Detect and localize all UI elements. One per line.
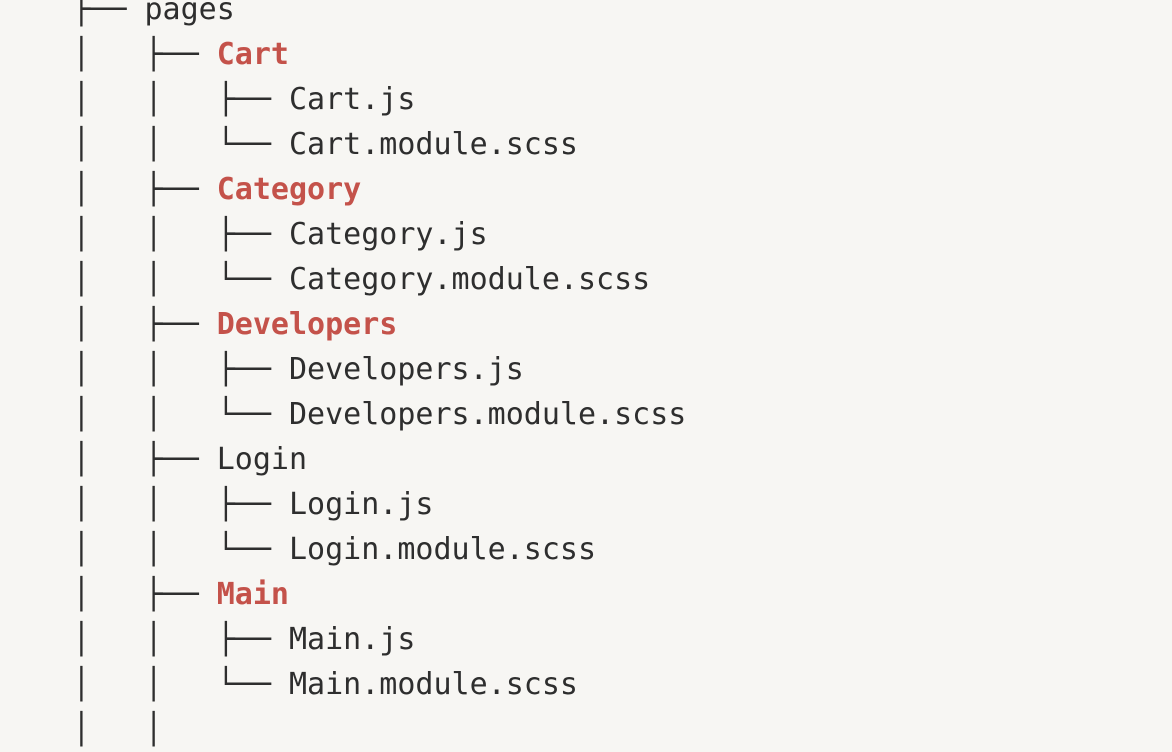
tree-folder-name: Cart xyxy=(216,37,289,72)
tree-branch-glyphs: │ │ ├── xyxy=(0,352,289,387)
tree-branch-glyphs: │ ├── xyxy=(0,307,217,342)
tree-branch-glyphs: │ │ ├── xyxy=(0,82,289,117)
tree-row: ├── pages xyxy=(0,0,686,32)
tree-folder-name: Developers xyxy=(216,307,398,342)
tree-branch-glyphs: │ │ └── xyxy=(0,397,289,432)
tree-branch-glyphs: │ │ xyxy=(0,712,163,747)
tree-branch-glyphs: │ │ ├── xyxy=(0,217,289,252)
tree-branch-glyphs: │ ├── xyxy=(0,442,217,477)
tree-entry-name: Main.module.scss xyxy=(288,667,578,702)
tree-entry-name: Login xyxy=(216,442,308,477)
tree-row: │ │ └── Cart.module.scss xyxy=(0,122,686,167)
tree-branch-glyphs: │ │ └── xyxy=(0,262,289,297)
tree-row: │ │ └── Developers.module.scss xyxy=(0,392,686,437)
tree-folder-name: Main xyxy=(216,577,289,612)
tree-row: │ │ └── Login.module.scss xyxy=(0,527,686,572)
tree-folder-name: Category xyxy=(216,172,362,207)
tree-entry-name: Main.js xyxy=(288,622,416,657)
tree-branch-glyphs: │ ├── xyxy=(0,577,217,612)
tree-row: │ ├── Main xyxy=(0,572,686,617)
tree-row: │ ├── Login xyxy=(0,437,686,482)
tree-branch-glyphs: │ │ ├── xyxy=(0,622,289,657)
tree-row: │ │ └── Main.module.scss xyxy=(0,662,686,707)
tree-branch-glyphs: │ ├── xyxy=(0,172,217,207)
tree-row: │ │ └── Category.module.scss xyxy=(0,257,686,302)
tree-row: │ │ ├── Login.js xyxy=(0,482,686,527)
tree-branch-glyphs: │ │ ├── xyxy=(0,487,289,522)
tree-entry-name: Developers.js xyxy=(288,352,524,387)
tree-branch-glyphs: │ ├── xyxy=(0,37,217,72)
tree-row: │ │ ├── Cart.js xyxy=(0,77,686,122)
tree-entry-name: Developers.module.scss xyxy=(288,397,687,432)
tree-entry-name: Login.module.scss xyxy=(288,532,597,567)
tree-entry-name: Cart.js xyxy=(288,82,416,117)
tree-entry-name: Login.js xyxy=(288,487,434,522)
tree-row: │ │ ├── Developers.js xyxy=(0,347,686,392)
tree-row: │ ├── Cart xyxy=(0,32,686,77)
tree-row: │ │ ├── Category.js xyxy=(0,212,686,257)
tree-branch-glyphs: │ │ └── xyxy=(0,667,289,702)
tree-entry-name: Category.module.scss xyxy=(288,262,651,297)
tree-branch-glyphs: │ │ └── xyxy=(0,532,289,567)
file-tree: ├── pages │ ├── Cart │ │ ├── Cart.js │ │… xyxy=(0,0,686,752)
tree-entry-name: Cart.module.scss xyxy=(288,127,578,162)
tree-entry-name: Category.js xyxy=(288,217,488,252)
tree-entry-name: pages xyxy=(144,0,235,27)
tree-row: │ │ ├── Main.js xyxy=(0,617,686,662)
tree-row: │ ├── Developers xyxy=(0,302,686,347)
tree-branch-glyphs: │ │ └── xyxy=(0,127,289,162)
tree-row: │ ├── Category xyxy=(0,167,686,212)
tree-branch-glyphs: ├── xyxy=(0,0,145,27)
